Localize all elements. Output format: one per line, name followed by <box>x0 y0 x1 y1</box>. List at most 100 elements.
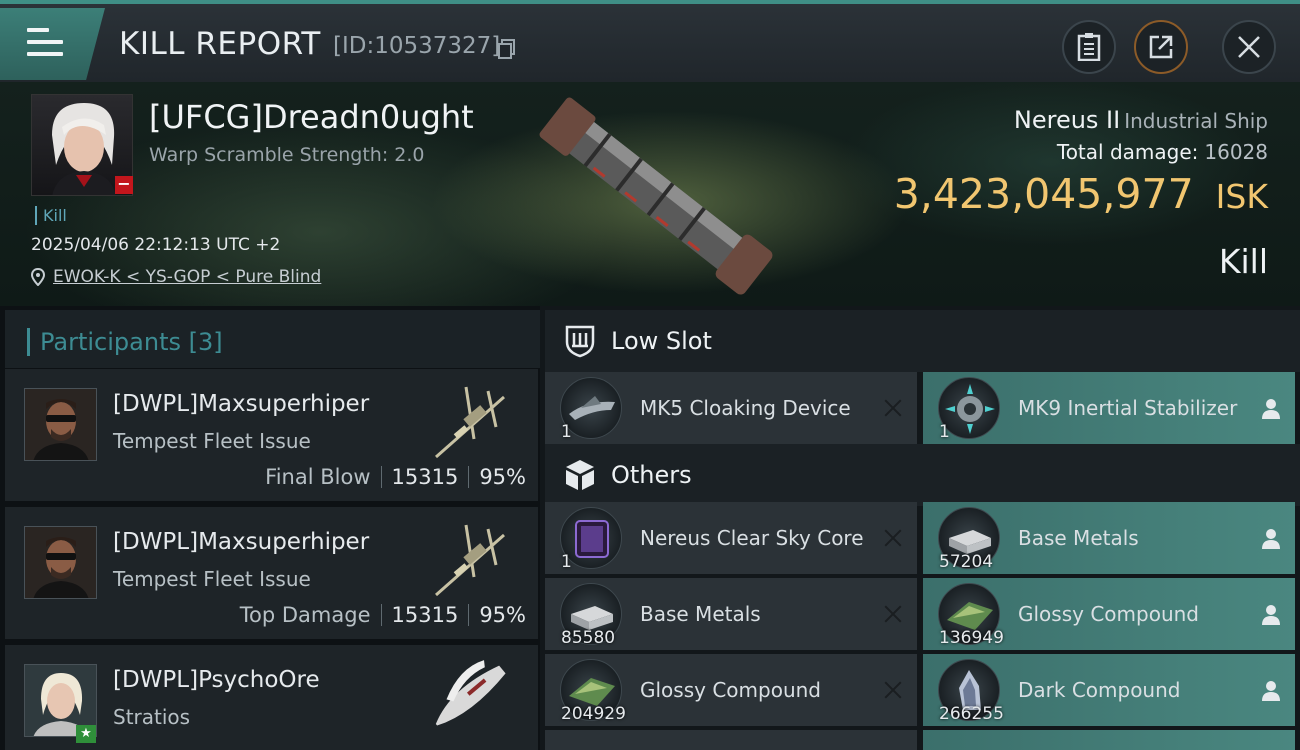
participant-ship: Tempest Fleet Issue <box>113 567 311 591</box>
participant-name[interactable]: [DWPL]PsychoOre <box>113 667 320 693</box>
item-name: Nereus Clear Sky Core <box>640 526 864 550</box>
ship-class: Industrial Ship <box>1124 109 1268 133</box>
victim-name[interactable]: [UFCG]Dreadn0ught <box>149 98 474 136</box>
participant-percent: 95% <box>479 603 526 627</box>
item-quantity: 57204 <box>939 552 994 572</box>
item-row[interactable]: 85580 Base Metals <box>545 578 917 650</box>
participants-count: [3] <box>188 328 223 356</box>
item-quantity: 1 <box>561 422 572 442</box>
item-name: Glossy Compound <box>640 678 821 702</box>
participant-ship-image <box>435 386 505 459</box>
person-icon[interactable] <box>1259 602 1283 626</box>
participant-card[interactable]: [DWPL]Maxsuperhiper Tempest Fleet Issue … <box>5 507 538 639</box>
participant-card[interactable]: ★ [DWPL]PsychoOre Stratios <box>5 645 538 750</box>
copy-icon[interactable] <box>498 39 516 59</box>
location-pin-icon <box>31 268 45 286</box>
menu-button[interactable] <box>0 8 105 80</box>
items-panel: Low Slot 1 MK5 Cloaking Device 1 MK9 Ine… <box>540 306 1300 750</box>
low-slot-header: Low Slot <box>545 310 1300 372</box>
item-name: MK5 Cloaking Device <box>640 396 851 420</box>
total-damage: Total damage: 16028 <box>1057 140 1268 164</box>
result-label: Kill <box>1218 242 1268 281</box>
item-row[interactable]: 1 Nereus Clear Sky Core <box>545 502 917 574</box>
participant-card[interactable]: [DWPL]Maxsuperhiper Tempest Fleet Issue … <box>5 369 538 501</box>
item-name: MK9 Inertial Stabilizer <box>1018 396 1238 420</box>
close-button[interactable] <box>1222 20 1276 74</box>
participant-percent: 95% <box>479 465 526 489</box>
participant-ship: Tempest Fleet Issue <box>113 429 311 453</box>
isk-unit: ISK <box>1215 177 1268 216</box>
participant-ship-image <box>435 524 505 597</box>
item-quantity: 204929 <box>561 704 626 724</box>
destroyed-x-icon <box>881 526 905 550</box>
isk-value-row: 3,423,045,977 ISK <box>894 170 1268 218</box>
item-row[interactable]: 266255 Dark Compound <box>923 654 1295 726</box>
share-icon <box>1149 35 1173 59</box>
participant-name[interactable]: [DWPL]Maxsuperhiper <box>113 391 369 417</box>
total-damage-value: 16028 <box>1204 140 1268 164</box>
participant-label: Top Damage <box>239 603 371 627</box>
total-damage-label: Total damage: <box>1056 140 1199 164</box>
person-icon[interactable] <box>1259 396 1283 420</box>
share-button[interactable] <box>1134 20 1188 74</box>
participant-label: Final Blow <box>265 465 371 489</box>
item-row[interactable]: 1 MK9 Inertial Stabilizer <box>923 372 1295 444</box>
kill-date: 2025/04/06 22:12:13 UTC +2 <box>31 235 281 255</box>
top-bar: KILL REPORT [ID:10537327] <box>0 0 1300 82</box>
item-quantity: 1 <box>939 422 950 442</box>
item-row[interactable] <box>923 730 1295 750</box>
destroyed-x-icon <box>881 396 905 420</box>
participants-panel: Participants [3] [DWPL]Maxsuperhiper Tem… <box>0 306 540 750</box>
participants-header: Participants [3] <box>5 310 540 368</box>
participant-ship: Stratios <box>113 705 191 729</box>
participants-title: Participants [3] <box>27 328 223 356</box>
kill-tag: Kill <box>35 206 67 225</box>
location-link[interactable]: EWOK-K < YS-GOP < Pure Blind <box>53 267 321 287</box>
item-quantity: 266255 <box>939 704 1004 724</box>
report-id: [ID:10537327] <box>333 33 501 59</box>
item-row[interactable]: 204929 Glossy Compound <box>545 654 917 726</box>
kill-location[interactable]: EWOK-K < YS-GOP < Pure Blind <box>31 267 321 287</box>
person-icon[interactable] <box>1259 526 1283 550</box>
close-icon <box>1238 36 1260 58</box>
participant-avatar[interactable] <box>24 526 97 599</box>
others-title: Others <box>611 461 692 489</box>
low-slot-icon <box>563 324 597 358</box>
participant-name[interactable]: [DWPL]Maxsuperhiper <box>113 529 369 555</box>
page-title: KILL REPORT <box>119 26 321 62</box>
item-quantity: 1 <box>561 552 572 572</box>
ship-name[interactable]: Nereus II <box>1014 106 1120 134</box>
victim-ship-image <box>539 97 773 295</box>
item-row[interactable]: 136949 Glossy Compound <box>923 578 1295 650</box>
item-row[interactable]: 1 MK5 Cloaking Device <box>545 372 917 444</box>
item-quantity: 136949 <box>939 628 1004 648</box>
participant-avatar[interactable] <box>24 388 97 461</box>
isk-value: 3,423,045,977 <box>893 170 1194 218</box>
warp-scramble-strength: Warp Scramble Strength: 2.0 <box>149 144 425 166</box>
participant-ship-image <box>435 660 506 726</box>
item-name: Dark Compound <box>1018 678 1181 702</box>
victim-ship: Nereus II Industrial Ship <box>1014 106 1268 134</box>
item-name: Base Metals <box>1018 526 1139 550</box>
participant-damage: 15315 <box>391 603 459 627</box>
item-row[interactable] <box>545 730 917 750</box>
destroyed-x-icon <box>881 602 905 626</box>
item-quantity: 85580 <box>561 628 616 648</box>
hostile-badge: − <box>115 176 133 194</box>
participant-damage: 15315 <box>391 465 459 489</box>
person-icon[interactable] <box>1259 678 1283 702</box>
low-slot-title: Low Slot <box>611 327 712 355</box>
others-header: Others <box>545 444 1300 506</box>
menu-icon <box>27 28 63 58</box>
item-row[interactable]: 57204 Base Metals <box>923 502 1295 574</box>
clipboard-icon <box>1077 33 1101 61</box>
clipboard-button[interactable] <box>1062 20 1116 74</box>
item-name: Base Metals <box>640 602 761 626</box>
participant-stats: Top Damage 15315 95% <box>240 603 526 627</box>
others-cube-icon <box>563 458 597 492</box>
item-name: Glossy Compound <box>1018 602 1199 626</box>
victim-hero: − [UFCG]Dreadn0ught Warp Scramble Streng… <box>0 82 1300 306</box>
destroyed-x-icon <box>881 678 905 702</box>
star-icon: ★ <box>76 725 96 743</box>
participant-stats: Final Blow 15315 95% <box>265 465 526 489</box>
